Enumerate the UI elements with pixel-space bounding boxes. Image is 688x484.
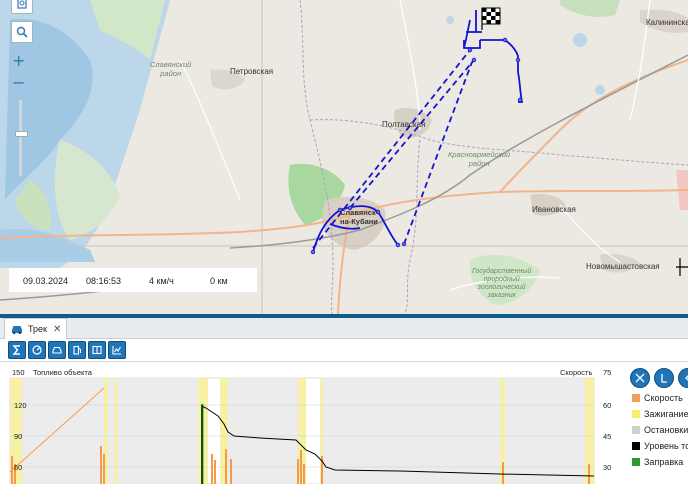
tab-track[interactable]: Трек ✕: [4, 318, 68, 339]
legend-label: Остановки: [644, 425, 688, 435]
map-label-kalininskaya: Калининская: [646, 18, 688, 27]
search-button[interactable]: [11, 21, 33, 43]
zoom-fit-button[interactable]: [654, 368, 674, 388]
map-label-novomyshastovskaya: Новомышастовская: [586, 262, 660, 271]
legend-item-refuel[interactable]: Заправка: [632, 457, 683, 467]
legend-swatch: [632, 410, 640, 418]
zoom-in-button[interactable]: +: [12, 51, 25, 70]
map-label-slavyansk: Славянск- на-Кубани: [340, 208, 379, 226]
print-button[interactable]: [11, 0, 33, 14]
tab-track-label: Трек: [28, 324, 47, 334]
panel-tabs: Трек ✕: [0, 318, 688, 339]
map-label-krasnoarmeisky: Красноармейский район: [448, 150, 511, 168]
legend-item-speed[interactable]: Скорость: [632, 393, 683, 403]
legend-item-ignition[interactable]: Зажигание: [632, 409, 688, 419]
map-canvas[interactable]: [0, 0, 688, 314]
chart-icon: [112, 346, 121, 355]
chart-plot[interactable]: [0, 364, 626, 484]
left-tick-1: 120: [14, 401, 27, 410]
legend-swatch: [632, 426, 640, 434]
sigma-icon: [12, 345, 20, 355]
map-label-reserve: Государственный природный зоологический …: [472, 268, 532, 299]
legend-label: Скорость: [644, 393, 683, 403]
car-icon: [52, 346, 62, 354]
map-view[interactable]: Славянский район Петровская Полтавская К…: [0, 0, 688, 314]
legend-label: Зажигание: [644, 409, 688, 419]
back-icon: [685, 375, 688, 381]
legend-label: Уровень топлива: [644, 441, 688, 451]
legend-item-fuel[interactable]: Уровень топлива: [632, 441, 688, 451]
zoom-out-button[interactable]: −: [12, 73, 25, 92]
summary-button[interactable]: [8, 341, 26, 359]
chart-button[interactable]: [108, 341, 126, 359]
zoom-slider-track[interactable]: [19, 100, 22, 176]
left-tick-3: 60: [14, 463, 23, 472]
track-status-box: 09.03.2024 08:16:53 4 км/ч 0 км: [9, 268, 257, 292]
speed-icon: [32, 345, 42, 355]
expand-button[interactable]: [630, 368, 650, 388]
map-label-ivanovskaya: Ивановская: [532, 205, 576, 214]
chart-legend: Скорость Зажигание Остановки Уровень топ…: [628, 364, 688, 484]
speed-button[interactable]: [28, 341, 46, 359]
split-button[interactable]: [88, 341, 106, 359]
search-icon: [16, 26, 28, 38]
tab-close-icon[interactable]: ✕: [53, 324, 61, 335]
right-tick-2: 45: [603, 432, 612, 441]
fuel-icon: [73, 345, 81, 355]
finish-flag-icon: [481, 7, 501, 30]
telemetry-chart[interactable]: 150 Топливо объекта Скорость 75 120 90 6…: [0, 364, 626, 484]
map-label-slavyansky: Славянский район: [150, 60, 192, 78]
status-distance: 0 км: [210, 276, 228, 286]
legend-swatch: [632, 442, 640, 450]
split-icon: [92, 345, 102, 355]
left-tick-2: 90: [14, 432, 23, 441]
car-icon: [12, 326, 22, 334]
legend-swatch: [632, 458, 640, 466]
zoom-fit-icon: [661, 374, 667, 383]
zoom-slider-handle[interactable]: [15, 131, 28, 137]
fuel-button[interactable]: [68, 341, 86, 359]
right-tick-3: 30: [603, 463, 612, 472]
expand-icon: [635, 373, 645, 383]
legend-label: Заправка: [644, 457, 684, 467]
back-button[interactable]: [678, 368, 688, 388]
map-label-poltavskaya: Полтавская: [382, 120, 426, 129]
trips-button[interactable]: [48, 341, 66, 359]
status-time: 08:16:53: [86, 276, 122, 286]
map-label-petrovskaya: Петровская: [230, 67, 274, 76]
status-date: 09.03.2024: [23, 276, 69, 286]
status-speed: 4 км/ч: [149, 276, 174, 286]
right-tick-1: 60: [603, 401, 612, 410]
legend-item-stops[interactable]: Остановки: [632, 425, 688, 435]
printer-icon: [17, 0, 27, 9]
legend-swatch: [632, 394, 640, 402]
panel-toolbar: [0, 339, 688, 361]
